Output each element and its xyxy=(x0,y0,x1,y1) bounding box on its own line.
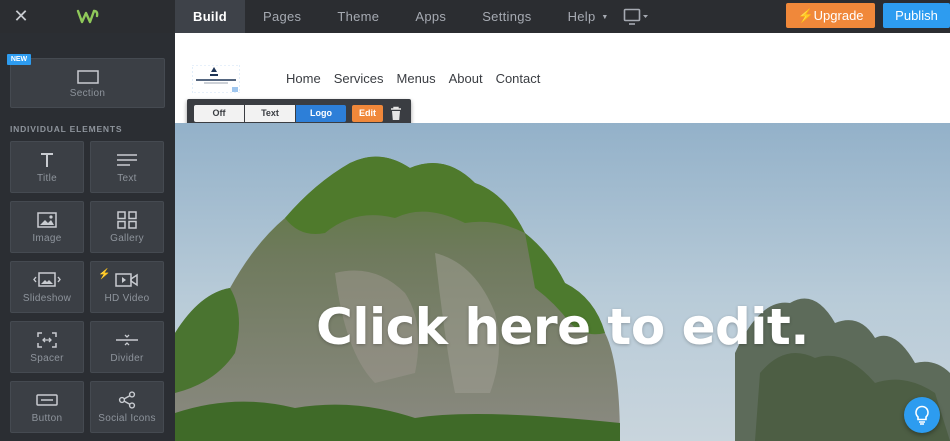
spacer-icon xyxy=(11,331,83,349)
element-social-icons-label: Social Icons xyxy=(98,413,156,424)
section-tile-label: Section xyxy=(69,88,106,99)
element-image[interactable]: Image xyxy=(10,201,84,253)
text-icon xyxy=(91,151,163,169)
element-title[interactable]: Title xyxy=(10,141,84,193)
weebly-logo-icon xyxy=(76,9,99,24)
lightning-icon: ⚡ xyxy=(797,8,814,23)
section-icon xyxy=(11,68,164,86)
site-nav-menus[interactable]: Menus xyxy=(397,71,436,86)
nav-apps[interactable]: Apps xyxy=(397,0,464,33)
trash-icon[interactable] xyxy=(388,105,404,122)
site-logo-image[interactable] xyxy=(192,65,240,93)
element-slideshow[interactable]: Slideshow xyxy=(10,261,84,313)
elements-sidebar: Section NEW INDIVIDUAL ELEMENTS Title Te… xyxy=(0,33,175,441)
nav-help[interactable]: Help ▼ xyxy=(550,0,615,33)
slideshow-icon xyxy=(11,271,83,289)
site-nav: Home Services Menus About Contact xyxy=(286,71,540,86)
upgrade-label: Upgrade xyxy=(813,8,864,23)
element-gallery-label: Gallery xyxy=(110,233,144,244)
element-social-icons[interactable]: Social Icons xyxy=(90,381,164,433)
site-nav-home[interactable]: Home xyxy=(286,71,321,86)
nav-settings[interactable]: Settings xyxy=(464,0,549,33)
image-icon xyxy=(11,211,83,229)
hero-banner[interactable]: Click here to edit. xyxy=(175,123,950,441)
site-nav-about[interactable]: About xyxy=(449,71,483,86)
section-tile[interactable]: Section xyxy=(10,58,165,108)
button-icon xyxy=(11,391,83,409)
site-nav-services[interactable]: Services xyxy=(334,71,384,86)
title-icon xyxy=(11,151,83,169)
logo-mode-off[interactable]: Off xyxy=(194,105,244,122)
element-spacer-label: Spacer xyxy=(30,353,64,364)
nav-help-label: Help xyxy=(567,9,596,24)
nav-pages[interactable]: Pages xyxy=(245,0,319,33)
divider-icon xyxy=(91,331,163,349)
site-canvas: Home Services Menus About Contact Off Te… xyxy=(175,33,950,441)
element-button-label: Button xyxy=(31,413,63,424)
element-image-label: Image xyxy=(32,233,62,244)
social-icons-icon xyxy=(91,391,163,409)
main-nav: Build Pages Theme Apps Settings Help ▼ xyxy=(175,0,615,33)
lightbulb-icon xyxy=(915,405,929,425)
individual-elements-heading: INDIVIDUAL ELEMENTS xyxy=(10,124,123,134)
hero-background-image xyxy=(175,123,950,441)
publish-button[interactable]: Publish xyxy=(883,3,950,28)
element-button[interactable]: Button xyxy=(10,381,84,433)
site-header: Home Services Menus About Contact Off Te… xyxy=(175,33,950,129)
logo-edit-button[interactable]: Edit xyxy=(352,105,383,122)
nav-build[interactable]: Build xyxy=(175,0,245,33)
editor-app: ✕ Build Pages Theme Apps Settings Help ▼… xyxy=(0,0,950,441)
element-title-label: Title xyxy=(36,173,58,184)
nav-theme[interactable]: Theme xyxy=(319,0,397,33)
site-nav-contact[interactable]: Contact xyxy=(496,71,541,86)
upgrade-button[interactable]: ⚡Upgrade xyxy=(786,3,875,28)
new-badge: NEW xyxy=(7,54,31,65)
device-preview-icon[interactable] xyxy=(623,8,649,26)
gallery-icon xyxy=(91,211,163,229)
close-icon[interactable]: ✕ xyxy=(10,5,32,27)
element-divider-label: Divider xyxy=(110,353,144,364)
top-toolbar: ✕ Build Pages Theme Apps Settings Help ▼… xyxy=(0,0,950,33)
logo-mode-logo[interactable]: Logo xyxy=(296,105,346,122)
help-lightbulb-button[interactable] xyxy=(904,397,940,433)
element-text[interactable]: Text xyxy=(90,141,164,193)
lightning-icon: ⚡ xyxy=(98,269,111,280)
element-slideshow-label: Slideshow xyxy=(22,293,72,304)
logo-mode-text[interactable]: Text xyxy=(245,105,295,122)
hero-title[interactable]: Click here to edit. xyxy=(175,298,950,356)
element-gallery[interactable]: Gallery xyxy=(90,201,164,253)
element-hd-video-label: HD Video xyxy=(104,293,150,304)
chevron-down-icon: ▼ xyxy=(601,14,609,21)
element-spacer[interactable]: Spacer xyxy=(10,321,84,373)
element-divider[interactable]: Divider xyxy=(90,321,164,373)
element-hd-video[interactable]: ⚡ HD Video xyxy=(90,261,164,313)
element-text-label: Text xyxy=(117,173,137,184)
